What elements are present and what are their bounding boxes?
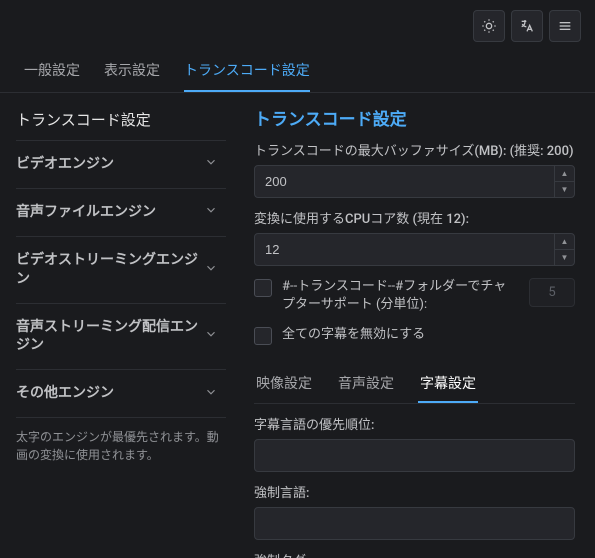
tab-general[interactable]: 一般設定: [24, 48, 80, 92]
chevron-down-icon: [204, 385, 218, 403]
theme-toggle-button[interactable]: [473, 10, 505, 42]
subtab-subs[interactable]: 字幕設定: [418, 363, 478, 403]
main-panel: トランスコード設定 トランスコードの最大バッファサイズ(MB): (推奨: 20…: [230, 93, 595, 558]
language-button[interactable]: [511, 10, 543, 42]
chapter-support-label: #--トランスコード--#フォルダーでチャプターサポート (分単位):: [282, 278, 519, 314]
chevron-down-icon: [204, 261, 218, 279]
disable-subs-label: 全ての字幕を無効にする: [282, 326, 575, 344]
subtab-video[interactable]: 映像設定: [254, 363, 314, 403]
forced-lang-input[interactable]: [254, 507, 575, 540]
primary-tabs: 一般設定 表示設定 トランスコード設定: [0, 48, 595, 93]
menu-button[interactable]: [549, 10, 581, 42]
sidebar-item-label: ビデオエンジン: [16, 155, 120, 174]
sun-icon: [481, 18, 497, 34]
sidebar-item-video-engine[interactable]: ビデオエンジン: [16, 140, 226, 188]
sidebar-item-other-engine[interactable]: その他エンジン: [16, 369, 226, 417]
sidebar: トランスコード設定 ビデオエンジン 音声ファイルエンジン ビデオストリーミングエ…: [0, 93, 230, 558]
hamburger-icon: [557, 18, 573, 34]
forced-lang-label: 強制言語:: [254, 482, 575, 501]
sidebar-heading: トランスコード設定: [16, 109, 226, 130]
cores-input[interactable]: [254, 233, 575, 266]
translate-icon: [519, 18, 535, 34]
chevron-down-icon[interactable]: ▼: [555, 250, 574, 265]
sub-priority-input[interactable]: [254, 439, 575, 472]
cores-label: 変換に使用するCPUコア数 (現在 12):: [254, 208, 575, 227]
chevron-up-icon[interactable]: ▲: [555, 166, 574, 182]
sidebar-item-label: 音声ストリーミング配信エンジン: [16, 318, 204, 356]
chevron-down-icon: [204, 203, 218, 221]
sidebar-item-label: ビデオストリーミングエンジン: [16, 251, 204, 289]
chevron-down-icon: [204, 155, 218, 173]
sub-priority-label: 字幕言語の優先順位:: [254, 414, 575, 433]
buffer-label: トランスコードの最大バッファサイズ(MB): (推奨: 200): [254, 140, 575, 159]
sidebar-footnote: 太字のエンジンが最優先されます。動画の変換に使用されます。: [16, 417, 226, 464]
sidebar-item-video-streaming-engine[interactable]: ビデオストリーミングエンジン: [16, 236, 226, 303]
chevron-up-icon[interactable]: ▲: [555, 234, 574, 250]
buffer-spinner[interactable]: ▲▼: [554, 166, 574, 197]
tab-display[interactable]: 表示設定: [104, 48, 160, 92]
sidebar-item-label: 音声ファイルエンジン: [16, 203, 162, 222]
disable-subs-checkbox[interactable]: [254, 327, 272, 345]
sidebar-item-label: その他エンジン: [16, 384, 120, 403]
top-action-bar: [0, 0, 595, 48]
buffer-input[interactable]: [254, 165, 575, 198]
cores-spinner[interactable]: ▲▼: [554, 234, 574, 265]
sub-tabs: 映像設定 音声設定 字幕設定: [254, 363, 575, 404]
chevron-down-icon[interactable]: ▼: [555, 182, 574, 197]
forced-tag-label: 強制タグ:: [254, 550, 575, 558]
sidebar-item-audio-streaming-engine[interactable]: 音声ストリーミング配信エンジン: [16, 303, 226, 370]
chapter-support-checkbox[interactable]: [254, 279, 272, 297]
chapter-minutes-input: 5: [529, 278, 575, 307]
tab-transcoding[interactable]: トランスコード設定: [184, 48, 310, 92]
panel-title: トランスコード設定: [254, 105, 575, 130]
chevron-down-icon: [204, 327, 218, 345]
sidebar-item-audio-file-engine[interactable]: 音声ファイルエンジン: [16, 188, 226, 236]
subtab-audio[interactable]: 音声設定: [336, 363, 396, 403]
